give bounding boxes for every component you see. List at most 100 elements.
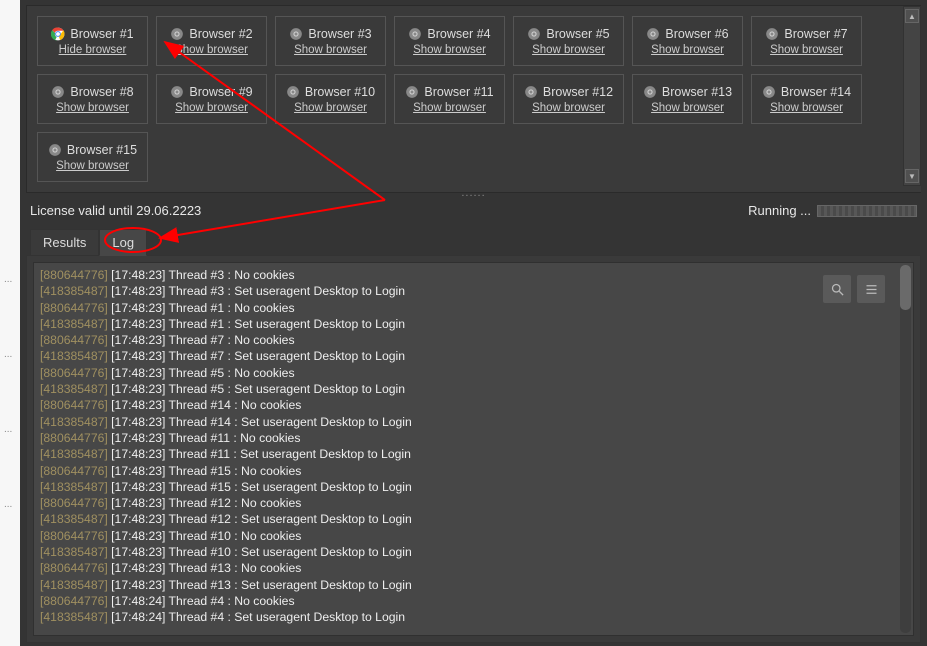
browser-tile[interactable]: Browser #13 Show browser (632, 74, 743, 124)
browser-tile[interactable]: Browser #5 Show browser (513, 16, 624, 66)
log-line: [418385487] [17:48:23] Thread #10 : Set … (40, 544, 893, 560)
log-content[interactable]: [880644776] [17:48:23] Thread #3 : No co… (34, 263, 913, 630)
browser-tile[interactable]: Browser #8 Show browser (37, 74, 148, 124)
browser-tile[interactable]: Browser #11 Show browser (394, 74, 505, 124)
browser-title: Browser #1 (51, 27, 133, 41)
running-status: Running ... (748, 203, 917, 218)
license-text: License valid until 29.06.2223 (30, 203, 201, 218)
browser-tile[interactable]: Browser #9 Show browser (156, 74, 267, 124)
tab-bar: Results Log (30, 228, 927, 255)
browser-title: Browser #14 (762, 85, 851, 99)
browser-toggle-link[interactable]: Show browser (294, 102, 367, 114)
log-scrollbar-thumb[interactable] (900, 265, 911, 310)
browser-label: Browser #11 (424, 85, 493, 99)
log-line: [418385487] [17:48:24] Thread #4 : Set u… (40, 609, 893, 625)
browser-toggle-link[interactable]: Show browser (413, 44, 486, 56)
browser-title: Browser #11 (405, 85, 493, 99)
browser-tile[interactable]: Browser #7 Show browser (751, 16, 862, 66)
browser-tile[interactable]: Browser #6 Show browser (632, 16, 743, 66)
browser-tile[interactable]: Browser #4 Show browser (394, 16, 505, 66)
gutter-dots: ... (4, 424, 12, 435)
browser-title: Browser #10 (286, 85, 375, 99)
browser-label: Browser #7 (784, 27, 847, 41)
scroll-up-icon[interactable]: ▲ (905, 9, 919, 23)
browser-toggle-link[interactable]: Show browser (651, 102, 724, 114)
log-line: [418385487] [17:48:23] Thread #7 : Set u… (40, 348, 893, 364)
browser-toggle-link[interactable]: Show browser (770, 44, 843, 56)
log-line: [880644776] [17:48:23] Thread #10 : No c… (40, 528, 893, 544)
browser-toggle-link[interactable]: Show browser (56, 160, 129, 172)
browser-label: Browser #15 (67, 143, 137, 157)
log-line: [418385487] [17:48:23] Thread #13 : Set … (40, 577, 893, 593)
chrome-icon (765, 27, 779, 41)
chrome-icon (286, 85, 300, 99)
gutter-dots: ... (4, 349, 12, 360)
search-icon[interactable] (823, 275, 851, 303)
browser-scrollbar[interactable]: ▲ ▼ (903, 6, 921, 186)
log-line: [880644776] [17:48:23] Thread #12 : No c… (40, 495, 893, 511)
chrome-icon (48, 143, 62, 157)
log-line: [418385487] [17:48:23] Thread #5 : Set u… (40, 381, 893, 397)
browser-tile[interactable]: Browser #14 Show browser (751, 74, 862, 124)
browser-toggle-link[interactable]: Show browser (175, 102, 248, 114)
gutter-dots: ... (4, 274, 12, 285)
log-line: [880644776] [17:48:23] Thread #3 : No co… (40, 267, 893, 283)
browser-label: Browser #1 (70, 27, 133, 41)
menu-icon[interactable] (857, 275, 885, 303)
browser-toggle-link[interactable]: Show browser (56, 102, 129, 114)
log-line: [880644776] [17:48:23] Thread #13 : No c… (40, 560, 893, 576)
browser-label: Browser #2 (189, 27, 252, 41)
scroll-down-icon[interactable]: ▼ (905, 169, 919, 183)
log-line: [880644776] [17:48:23] Thread #14 : No c… (40, 397, 893, 413)
tab-log[interactable]: Log (99, 229, 147, 256)
browser-label: Browser #3 (308, 27, 371, 41)
browser-title: Browser #13 (643, 85, 732, 99)
tab-results[interactable]: Results (30, 229, 99, 256)
log-inner: [880644776] [17:48:23] Thread #3 : No co… (33, 262, 914, 636)
browser-title: Browser #2 (170, 27, 252, 41)
log-line: [880644776] [17:48:23] Thread #15 : No c… (40, 463, 893, 479)
browser-toggle-link[interactable]: Show browser (413, 102, 486, 114)
progress-bar (817, 205, 917, 217)
log-line: [418385487] [17:48:23] Thread #14 : Set … (40, 414, 893, 430)
browser-title: Browser #4 (408, 27, 490, 41)
app-window: Browser #1 Hide browser Browser #2 Show bro… (20, 0, 927, 646)
browser-tile[interactable]: Browser #1 Hide browser (37, 16, 148, 66)
browser-label: Browser #4 (427, 27, 490, 41)
chrome-icon (762, 85, 776, 99)
chrome-icon (170, 85, 184, 99)
status-bar: License valid until 29.06.2223 Running .… (20, 199, 927, 224)
log-line: [880644776] [17:48:24] Thread #4 : No co… (40, 593, 893, 609)
browser-label: Browser #10 (305, 85, 375, 99)
browser-label: Browser #8 (70, 85, 133, 99)
browser-tile[interactable]: Browser #12Show browser (513, 74, 624, 124)
browser-toggle-link[interactable]: Show browser (175, 44, 248, 56)
editor-gutter: ... ... ... ... (0, 0, 20, 646)
browser-title: Browser #3 (289, 27, 371, 41)
log-line: [418385487] [17:48:23] Thread #11 : Set … (40, 446, 893, 462)
browser-title: Browser #8 (51, 85, 133, 99)
chrome-icon (289, 27, 303, 41)
log-scrollbar-track[interactable] (900, 265, 911, 633)
browser-toggle-link[interactable]: Hide browser (59, 44, 127, 56)
log-line: [880644776] [17:48:23] Thread #5 : No co… (40, 365, 893, 381)
browser-toggle-link[interactable]: Show browser (651, 44, 724, 56)
browser-toggle-link[interactable]: Show browser (532, 102, 605, 114)
browser-tile[interactable]: Browser #2 Show browser (156, 16, 267, 66)
browser-toggle-link[interactable]: Show browser (532, 44, 605, 56)
chrome-icon (408, 27, 422, 41)
chrome-icon (51, 85, 65, 99)
browser-label: Browser #5 (546, 27, 609, 41)
browser-tile[interactable]: Browser #3 Show browser (275, 16, 386, 66)
browser-toggle-link[interactable]: Show browser (294, 44, 367, 56)
browser-title: Browser #9 (170, 85, 252, 99)
log-panel: [880644776] [17:48:23] Thread #3 : No co… (26, 255, 921, 643)
browser-toggle-link[interactable]: Show browser (770, 102, 843, 114)
browser-tile[interactable]: Browser #10 Show browser (275, 74, 386, 124)
log-line: [880644776] [17:48:23] Thread #7 : No co… (40, 332, 893, 348)
log-line: [418385487] [17:48:23] Thread #15 : Set … (40, 479, 893, 495)
browser-tile[interactable]: Browser #15 Show browser (37, 132, 148, 182)
log-line: [880644776] [17:48:23] Thread #1 : No co… (40, 300, 893, 316)
chrome-icon (524, 85, 538, 99)
browser-title: Browser #6 (646, 27, 728, 41)
